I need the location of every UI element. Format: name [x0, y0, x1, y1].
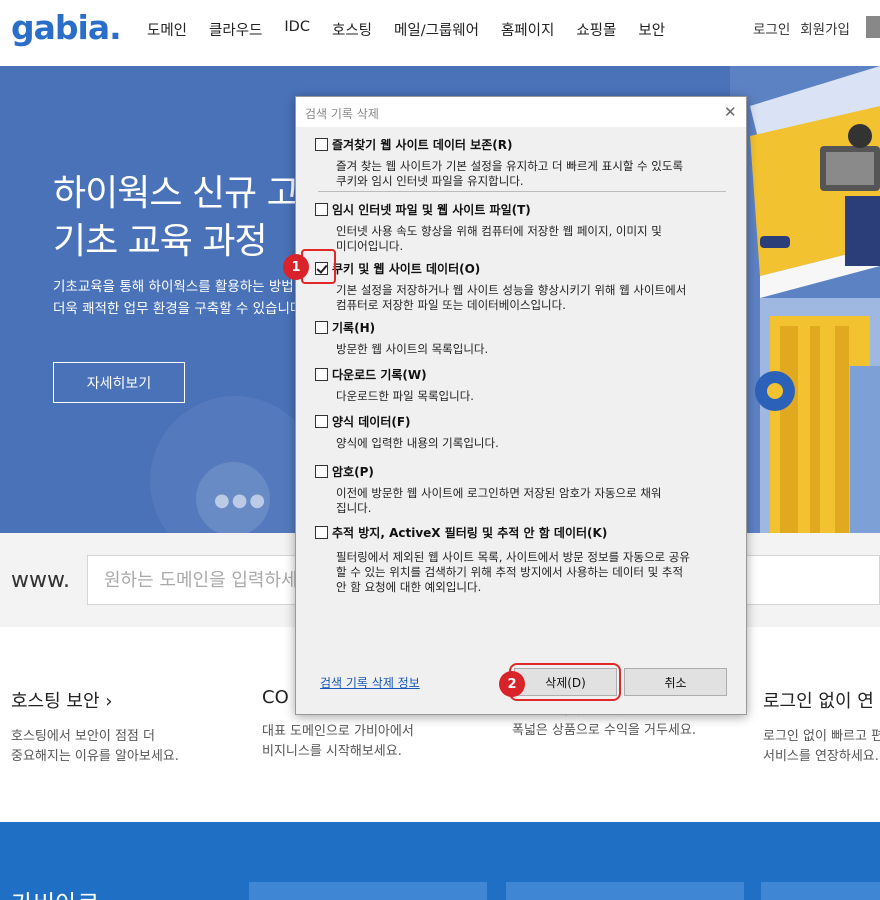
option-description: 방문한 웹 사이트의 목록입니다.: [336, 342, 735, 357]
option-form-data: 양식 데이터(F) 양식에 입력한 내용의 기록입니다.: [315, 413, 735, 451]
option-desc-line: 양식에 입력한 내용의 기록입니다.: [336, 436, 499, 450]
card-desc-line2: 폭넓은 상품으로 수익을 거두세요.: [512, 723, 696, 738]
main-nav: 도메인 클라우드 IDC 호스팅 메일/그룹웨어 홈페이지 쇼핑몰 보안: [147, 19, 687, 40]
option-desc-line: 이전에 방문한 웹 사이트에 로그인하면 저장된 암호가 자동으로 채워: [336, 486, 662, 500]
hero-detail-button[interactable]: 자세히보기: [53, 362, 185, 403]
option-tracking-protection: 추적 방지, ActiveX 필터링 및 추적 안 함 데이터(K) 필터링에서…: [315, 524, 735, 595]
checkbox-download-history[interactable]: [315, 368, 328, 381]
checkbox-passwords[interactable]: [315, 465, 328, 478]
card-desc-line1: 로그인 없이 빠르고 편: [763, 729, 880, 744]
card-description: 대표 도메인으로 가비아에서 비지니스를 시작해보세요.: [262, 722, 512, 762]
option-desc-line: 인터넷 사용 속도 향상을 위해 컴퓨터에 저장한 웹 페이지, 이미지 및: [336, 224, 662, 238]
option-label[interactable]: 쿠키 및 웹 사이트 데이터(O): [332, 260, 480, 277]
option-label[interactable]: 임시 인터넷 파일 및 웹 사이트 파일(T): [332, 201, 531, 218]
checkbox-history[interactable]: [315, 321, 328, 334]
nav-item-idc[interactable]: IDC: [284, 19, 310, 40]
card-description: 로그인 없이 빠르고 편 서비스를 연장하세요.: [763, 727, 880, 767]
step-badge-1: 1: [283, 254, 309, 280]
option-label[interactable]: 추적 방지, ActiveX 필터링 및 추적 안 함 데이터(K): [332, 524, 607, 541]
option-desc-line: 안 함 요청에 대한 예외입니다.: [336, 580, 482, 594]
option-download-history: 다운로드 기록(W) 다운로드한 파일 목록입니다.: [315, 366, 735, 404]
card-desc-line1: 대표 도메인으로 가비아에서: [262, 724, 414, 739]
user-links: 로그인 회원가입: [753, 18, 860, 38]
hero-description-line2: 더욱 쾌적한 업무 환경을 구축할 수 있습니다: [53, 301, 303, 317]
dialog-title: 검색 기록 삭제: [305, 107, 379, 121]
option-description: 즐겨 찾는 웹 사이트가 기본 설정을 유지하고 더 빠르게 표시할 수 있도록…: [336, 159, 735, 189]
chat-dots-icon: ●●●: [214, 490, 268, 511]
option-desc-line: 기본 설정을 저장하거나 웹 사이트 성능을 향상시키기 위해 웹 사이트에서: [336, 283, 687, 297]
option-label[interactable]: 기록(H): [332, 319, 375, 336]
option-desc-line: 미디어입니다.: [336, 239, 404, 253]
option-description: 양식에 입력한 내용의 기록입니다.: [336, 436, 735, 451]
option-passwords: 암호(P) 이전에 방문한 웹 사이트에 로그인하면 저장된 암호가 자동으로 …: [315, 463, 735, 516]
delete-history-info-link[interactable]: 검색 기록 삭제 정보: [320, 674, 420, 691]
nav-item-homepage[interactable]: 홈페이지: [501, 19, 554, 40]
cancel-button[interactable]: 취소: [624, 668, 727, 696]
books-person-illustration: [730, 66, 880, 533]
option-cookies: 쿠키 및 웹 사이트 데이터(O) 기본 설정을 저장하거나 웹 사이트 성능을…: [315, 260, 735, 313]
option-desc-line: 필터링에서 제외된 웹 사이트 목록, 사이트에서 방문 정보를 자동으로 공유: [336, 550, 690, 564]
checkbox-preserve-favorites[interactable]: [315, 138, 328, 151]
bottom-promo-box[interactable]: [506, 882, 744, 900]
login-link[interactable]: 로그인: [753, 18, 790, 38]
hero-title-line2: 기초 교육 과정: [53, 221, 268, 262]
option-history: 기록(H) 방문한 웹 사이트의 목록입니다.: [315, 319, 735, 357]
highlight-delete-button: [509, 663, 621, 701]
card-desc-line2: 중요해지는 이유를 알아보세요.: [11, 749, 179, 764]
nav-item-security[interactable]: 보안: [638, 19, 665, 40]
site-header: gabia. 도메인 클라우드 IDC 호스팅 메일/그룹웨어 홈페이지 쇼핑몰…: [0, 0, 880, 66]
option-temp-internet-files: 임시 인터넷 파일 및 웹 사이트 파일(T) 인터넷 사용 속도 향상을 위해…: [315, 201, 735, 254]
service-card-renewal[interactable]: 로그인 없이 연 로그인 없이 빠르고 편 서비스를 연장하세요.: [763, 687, 880, 767]
option-description: 기본 설정을 저장하거나 웹 사이트 성능을 향상시키기 위해 웹 사이트에서 …: [336, 283, 735, 313]
option-label[interactable]: 암호(P): [332, 463, 374, 480]
service-card-hosting-security[interactable]: 호스팅 보안 › 호스팅에서 보안이 점점 더 중요해지는 이유를 알아보세요.: [11, 687, 261, 767]
delete-browsing-history-dialog: 검색 기록 삭제 ✕ 즐겨찾기 웹 사이트 데이터 보존(R) 즐겨 찾는 웹 …: [295, 96, 747, 715]
nav-item-cloud[interactable]: 클라우드: [209, 19, 262, 40]
bottom-promo-band: 가비아로: [0, 822, 880, 900]
bottom-title: 가비아로: [11, 884, 99, 900]
hero-title-line1: 하이웍스 신규 고: [53, 173, 300, 214]
card-desc-line1: 호스팅에서 보안이 점점 더: [11, 729, 155, 744]
close-icon[interactable]: ✕: [724, 103, 737, 121]
option-desc-line: 쿠키와 임시 인터넷 파일을 유지합니다.: [336, 174, 524, 188]
nav-item-mail-groupware[interactable]: 메일/그룹웨어: [394, 19, 479, 40]
option-description: 인터넷 사용 속도 향상을 위해 컴퓨터에 저장한 웹 페이지, 이미지 및 미…: [336, 224, 735, 254]
option-description: 다운로드한 파일 목록입니다.: [336, 389, 735, 404]
hero-illustration: [730, 66, 880, 533]
card-desc-line2: 서비스를 연장하세요.: [763, 749, 879, 764]
card-title: 로그인 없이 연: [763, 691, 874, 712]
card-title: 호스팅 보안 ›: [11, 691, 113, 712]
signup-link[interactable]: 회원가입: [800, 18, 850, 38]
gabia-logo[interactable]: gabia.: [11, 8, 122, 47]
checkbox-temp-internet-files[interactable]: [315, 203, 328, 216]
option-description: 이전에 방문한 웹 사이트에 로그인하면 저장된 암호가 자동으로 채워 집니다…: [336, 486, 735, 516]
dialog-titlebar: 검색 기록 삭제 ✕: [296, 97, 746, 127]
option-preserve-favorites: 즐겨찾기 웹 사이트 데이터 보존(R) 즐겨 찾는 웹 사이트가 기본 설정을…: [315, 136, 735, 189]
step-badge-2: 2: [499, 671, 525, 697]
option-desc-line: 집니다.: [336, 501, 372, 515]
option-description: 필터링에서 제외된 웹 사이트 목록, 사이트에서 방문 정보를 자동으로 공유…: [336, 550, 735, 595]
option-desc-line: 컴퓨터로 저장한 파일 또는 데이터베이스입니다.: [336, 298, 566, 312]
hero-description-line1: 기초교육을 통해 하이웍스를 활용하는 방법: [53, 279, 294, 295]
card-desc-line2: 비지니스를 시작해보세요.: [262, 744, 402, 759]
option-desc-line: 방문한 웹 사이트의 목록입니다.: [336, 342, 489, 356]
nav-item-hosting[interactable]: 호스팅: [332, 19, 372, 40]
option-desc-line: 다운로드한 파일 목록입니다.: [336, 389, 474, 403]
option-desc-line: 할 수 있는 위치를 검색하기 위해 추적 방지에서 사용하는 데이터 및 추적: [336, 565, 684, 579]
bottom-promo-box[interactable]: [761, 882, 880, 900]
dialog-separator: [318, 191, 726, 192]
checkbox-tracking-protection[interactable]: [315, 526, 328, 539]
option-desc-line: 즐겨 찾는 웹 사이트가 기본 설정을 유지하고 더 빠르게 표시할 수 있도록: [336, 159, 684, 173]
bottom-promo-box[interactable]: [249, 882, 487, 900]
card-description: 호스팅에서 보안이 점점 더 중요해지는 이유를 알아보세요.: [11, 727, 261, 767]
nav-item-domain[interactable]: 도메인: [147, 19, 187, 40]
option-label[interactable]: 양식 데이터(F): [332, 413, 411, 430]
www-prefix: www.: [11, 568, 70, 593]
header-menu-button[interactable]: [866, 16, 880, 38]
checkbox-form-data[interactable]: [315, 415, 328, 428]
option-label[interactable]: 다운로드 기록(W): [332, 366, 427, 383]
nav-item-shopping-mall[interactable]: 쇼핑몰: [576, 19, 616, 40]
option-label[interactable]: 즐겨찾기 웹 사이트 데이터 보존(R): [332, 136, 512, 153]
